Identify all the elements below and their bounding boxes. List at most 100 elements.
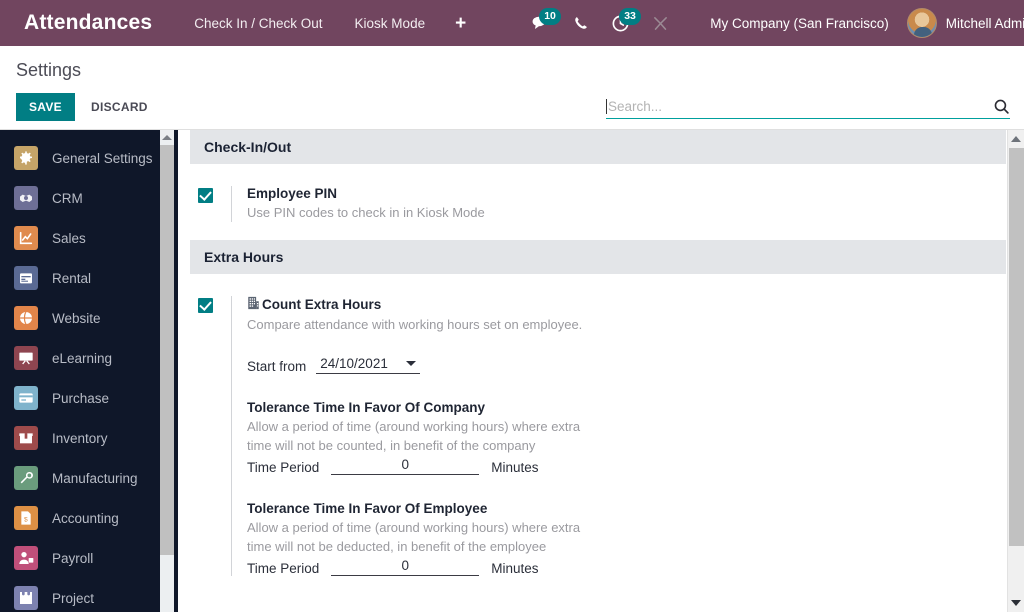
content-padding: Check-In/Out Employee PIN Use PIN codes … [190, 130, 1024, 594]
sidebar-item-label: Manufacturing [52, 470, 138, 486]
sidebar-item-manufacturing[interactable]: Manufacturing [0, 458, 178, 498]
company-selector[interactable]: My Company (San Francisco) [710, 16, 889, 31]
setting-description: Use PIN codes to check in in Kiosk Mode [247, 205, 485, 220]
tolerance-company-block: Tolerance Time In Favor Of Company Allow… [247, 400, 1006, 475]
tolerance-field-row: Time Period Minutes [247, 456, 1006, 475]
setting-count-extra-hours: Count Extra Hours Compare attendance wit… [190, 274, 1006, 594]
minutes-unit-label: Minutes [491, 561, 539, 576]
sidebar-item-accounting[interactable]: $ Accounting [0, 498, 178, 538]
text-caret [606, 99, 607, 114]
sidebar-item-label: CRM [52, 190, 83, 206]
phone-button[interactable] [560, 0, 600, 46]
user-name: Mitchell Admin [945, 15, 1024, 31]
app-title[interactable]: Attendances [24, 11, 152, 35]
save-button[interactable]: SAVE [16, 93, 75, 121]
search-input[interactable] [608, 99, 993, 114]
system-tray: 10 33 [520, 0, 680, 46]
setting-label-wrap: Count Extra Hours [247, 296, 1006, 313]
tolerance-field-row: Time Period Minutes [247, 557, 1006, 576]
page-body: General Settings CRM Sales Rental Websit… [0, 130, 1024, 612]
settings-sidebar: General Settings CRM Sales Rental Websit… [0, 130, 178, 612]
sidebar-item-rental[interactable]: Rental [0, 258, 178, 298]
setting-label: Count Extra Hours [262, 297, 382, 312]
menu-check-in-check-out[interactable]: Check In / Check Out [178, 16, 338, 31]
sidebar-item-label: Rental [52, 270, 92, 286]
main-scrollbar[interactable] [1007, 130, 1024, 612]
wrench-icon [14, 466, 38, 490]
messages-button[interactable]: 10 [520, 0, 561, 46]
settings-content: Check-In/Out Employee PIN Use PIN codes … [178, 130, 1024, 612]
setting-label: Employee PIN [247, 186, 338, 201]
phone-icon [574, 16, 587, 29]
setting-employee-pin: Employee PIN Use PIN codes to check in i… [190, 164, 1006, 240]
sidebar-item-label: General Settings [52, 150, 153, 166]
debug-tools-button[interactable] [640, 0, 680, 46]
svg-text:$: $ [24, 516, 28, 523]
avatar [906, 8, 937, 38]
scrollbar-thumb[interactable] [160, 145, 174, 555]
apps-grid-icon[interactable] [12, 12, 16, 34]
time-period-label: Time Period [247, 561, 320, 576]
calendar-icon [14, 266, 38, 290]
setting-body: Count Extra Hours Compare attendance wit… [231, 296, 1006, 576]
sidebar-scrollbar[interactable] [160, 130, 174, 612]
menu-add-button[interactable]: + [441, 14, 480, 33]
handshake-icon [14, 186, 38, 210]
sidebar-item-label: Accounting [52, 510, 119, 526]
tolerance-description: Allow a period of time (around working h… [247, 419, 581, 453]
activities-count-badge: 33 [619, 8, 641, 25]
sidebar-item-project[interactable]: Project [0, 578, 178, 612]
card-icon [14, 386, 38, 410]
sidebar-item-payroll[interactable]: Payroll [0, 538, 178, 578]
count-extra-hours-checkbox[interactable] [198, 298, 213, 313]
tolerance-title: Tolerance Time In Favor Of Company [247, 400, 486, 415]
minutes-unit-label: Minutes [491, 460, 539, 475]
top-navigation-bar: Attendances Check In / Check Out Kiosk M… [0, 0, 1024, 46]
sidebar-item-inventory[interactable]: Inventory [0, 418, 178, 458]
scrollbar-thumb[interactable] [1009, 148, 1024, 546]
presentation-icon [14, 346, 38, 370]
sidebar-item-label: Payroll [52, 550, 94, 566]
sidebar-item-label: Sales [52, 230, 86, 246]
sidebar-item-label: Inventory [52, 430, 108, 446]
gear-icon [14, 146, 38, 170]
sidebar-item-website[interactable]: Website [0, 298, 178, 338]
chevron-down-icon[interactable] [405, 361, 416, 366]
wrench-icon [653, 16, 667, 30]
start-from-date-input[interactable]: 24/10/2021 [316, 356, 420, 374]
sidebar-item-sales[interactable]: Sales [0, 218, 178, 258]
user-menu[interactable]: Mitchell Admin [906, 8, 1024, 38]
tolerance-title: Tolerance Time In Favor Of Employee [247, 501, 488, 516]
messages-count-badge: 10 [539, 8, 561, 25]
setting-description: Compare attendance with working hours se… [247, 317, 583, 332]
setting-body: Employee PIN Use PIN codes to check in i… [231, 186, 1006, 222]
tolerance-company-input[interactable] [331, 456, 480, 475]
sidebar-item-label: Website [52, 310, 101, 326]
sidebar-item-label: Purchase [52, 390, 110, 406]
globe-icon [14, 306, 38, 330]
start-from-date-value: 24/10/2021 [320, 356, 388, 371]
sidebar-item-crm[interactable]: CRM [0, 178, 178, 218]
scroll-up-arrow-icon[interactable] [162, 135, 172, 140]
discard-button[interactable]: DISCARD [81, 93, 158, 121]
scroll-down-arrow-icon[interactable] [1011, 600, 1021, 606]
magnifier-icon[interactable] [993, 98, 1010, 115]
scroll-up-arrow-icon[interactable] [1011, 136, 1021, 142]
page-title: Settings [16, 60, 82, 80]
chart-up-icon [14, 226, 38, 250]
tolerance-employee-input[interactable] [331, 557, 480, 576]
section-title-extra-hours: Extra Hours [190, 240, 1006, 274]
puzzle-icon [14, 586, 38, 610]
menu-kiosk-mode[interactable]: Kiosk Mode [339, 16, 442, 31]
sidebar-item-purchase[interactable]: Purchase [0, 378, 178, 418]
sidebar-item-general-settings[interactable]: General Settings [0, 138, 178, 178]
sidebar-item-elearning[interactable]: eLearning [0, 338, 178, 378]
start-from-label: Start from [247, 359, 307, 374]
tolerance-description: Allow a period of time (around working h… [247, 520, 581, 554]
employee-pin-checkbox[interactable] [198, 188, 213, 203]
search-bar[interactable] [606, 98, 1010, 119]
time-period-label: Time Period [247, 460, 320, 475]
sidebar-item-label: Project [52, 590, 95, 606]
activities-button[interactable]: 33 [600, 0, 641, 46]
box-icon [14, 426, 38, 450]
